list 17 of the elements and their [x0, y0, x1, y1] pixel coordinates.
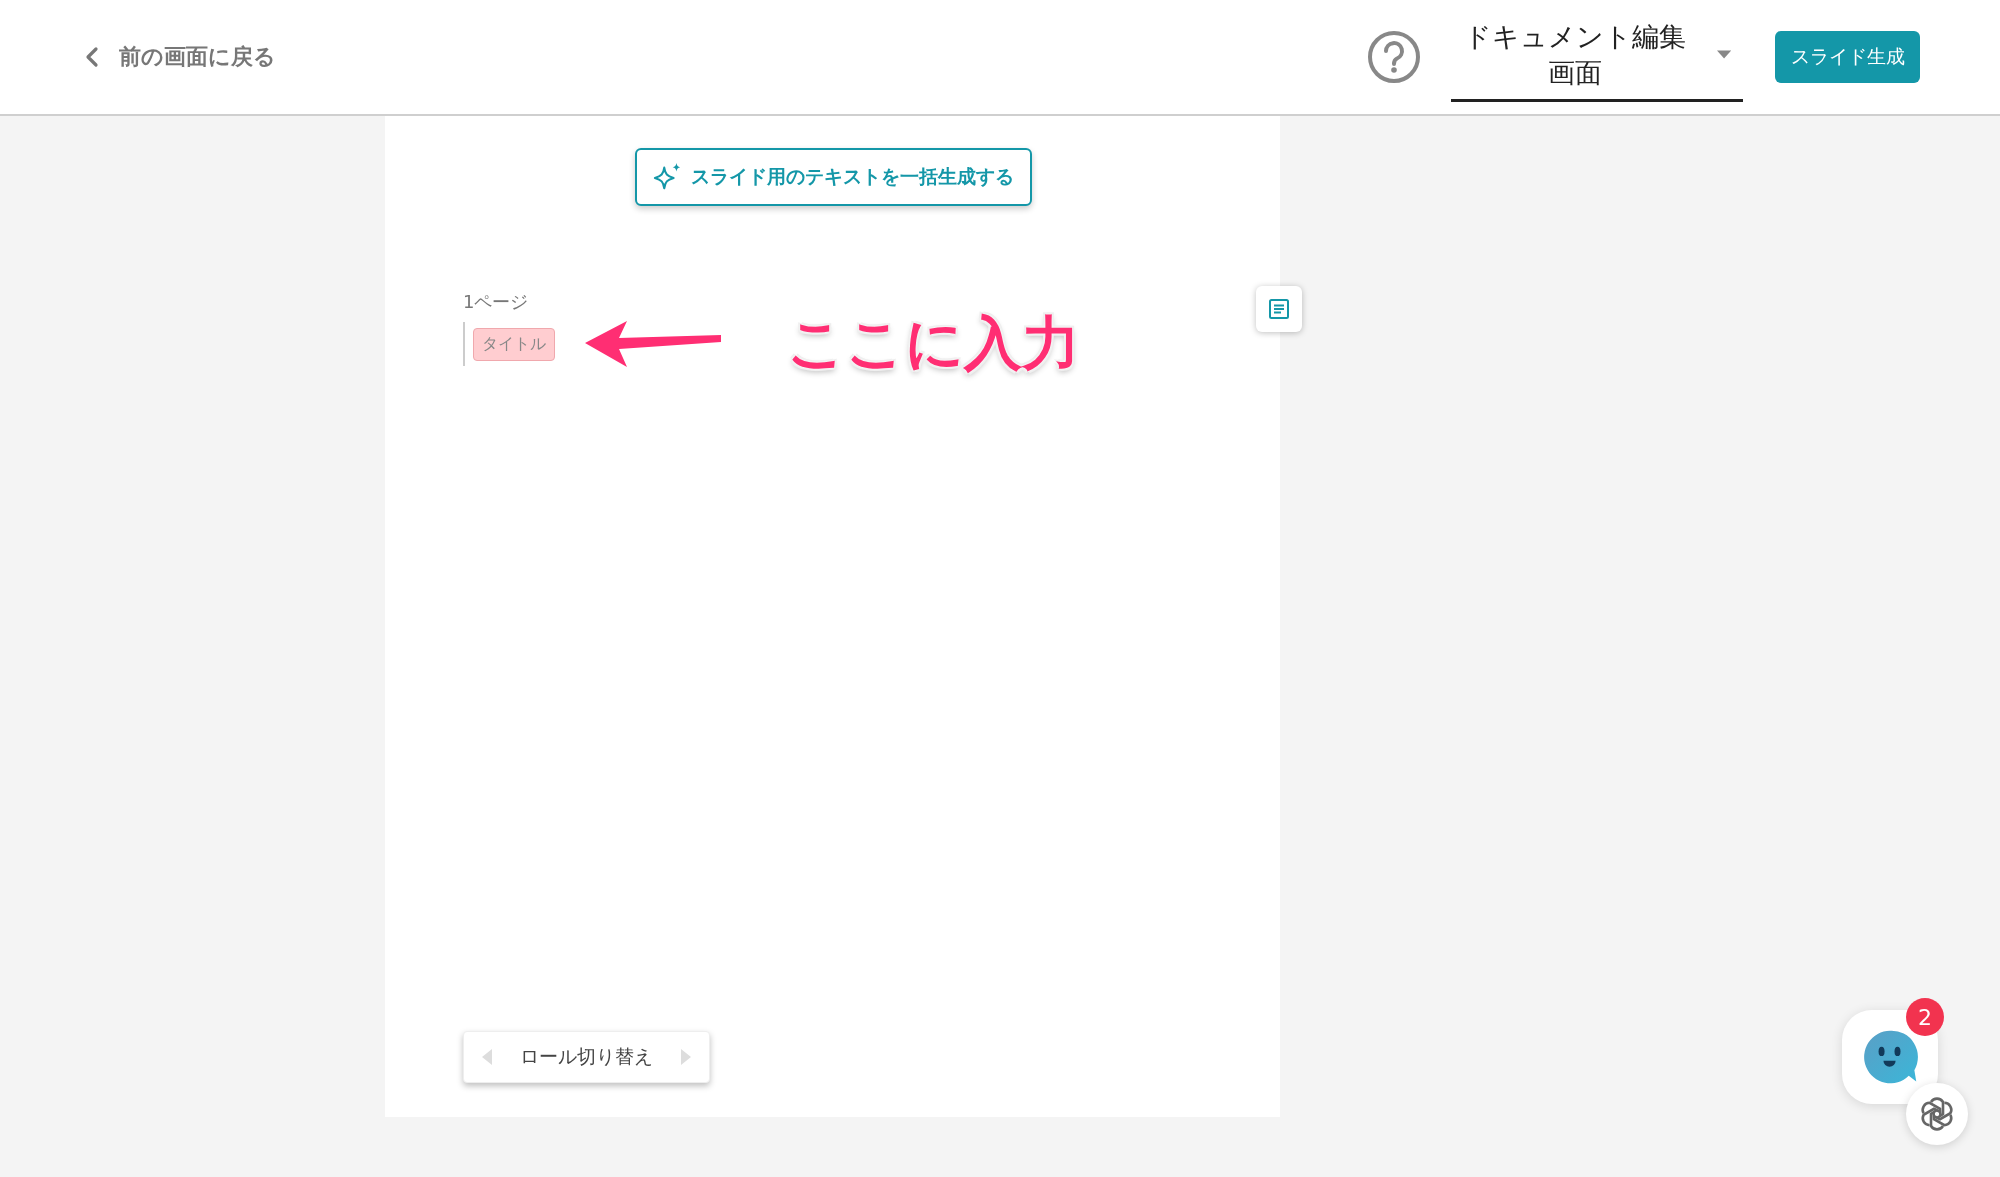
page-label: 1ページ — [463, 290, 529, 314]
role-switch-button[interactable]: ロール切り替え — [463, 1031, 710, 1083]
caret-down-icon — [1716, 50, 1731, 59]
title-tag[interactable]: タイトル — [473, 327, 555, 361]
annotation-text: ここに入力 — [787, 308, 1080, 379]
help-icon[interactable] — [1367, 30, 1421, 84]
triangle-left-icon — [482, 1049, 492, 1065]
back-link[interactable]: 前の画面に戻る — [85, 42, 276, 72]
notification-badge: 2 — [1906, 998, 1944, 1036]
chevron-left-icon — [85, 46, 99, 68]
ai-assistant-button[interactable] — [1906, 1083, 1968, 1145]
notes-button[interactable] — [1256, 286, 1302, 332]
bulk-generate-button[interactable]: スライド用のテキストを一括生成する — [635, 148, 1032, 206]
triangle-right-icon — [681, 1049, 691, 1065]
document-lines-icon — [1268, 298, 1290, 320]
mode-dropdown[interactable]: ドキュメント編集画面 — [1451, 12, 1743, 102]
generate-slides-button[interactable]: スライド生成 — [1775, 31, 1920, 83]
